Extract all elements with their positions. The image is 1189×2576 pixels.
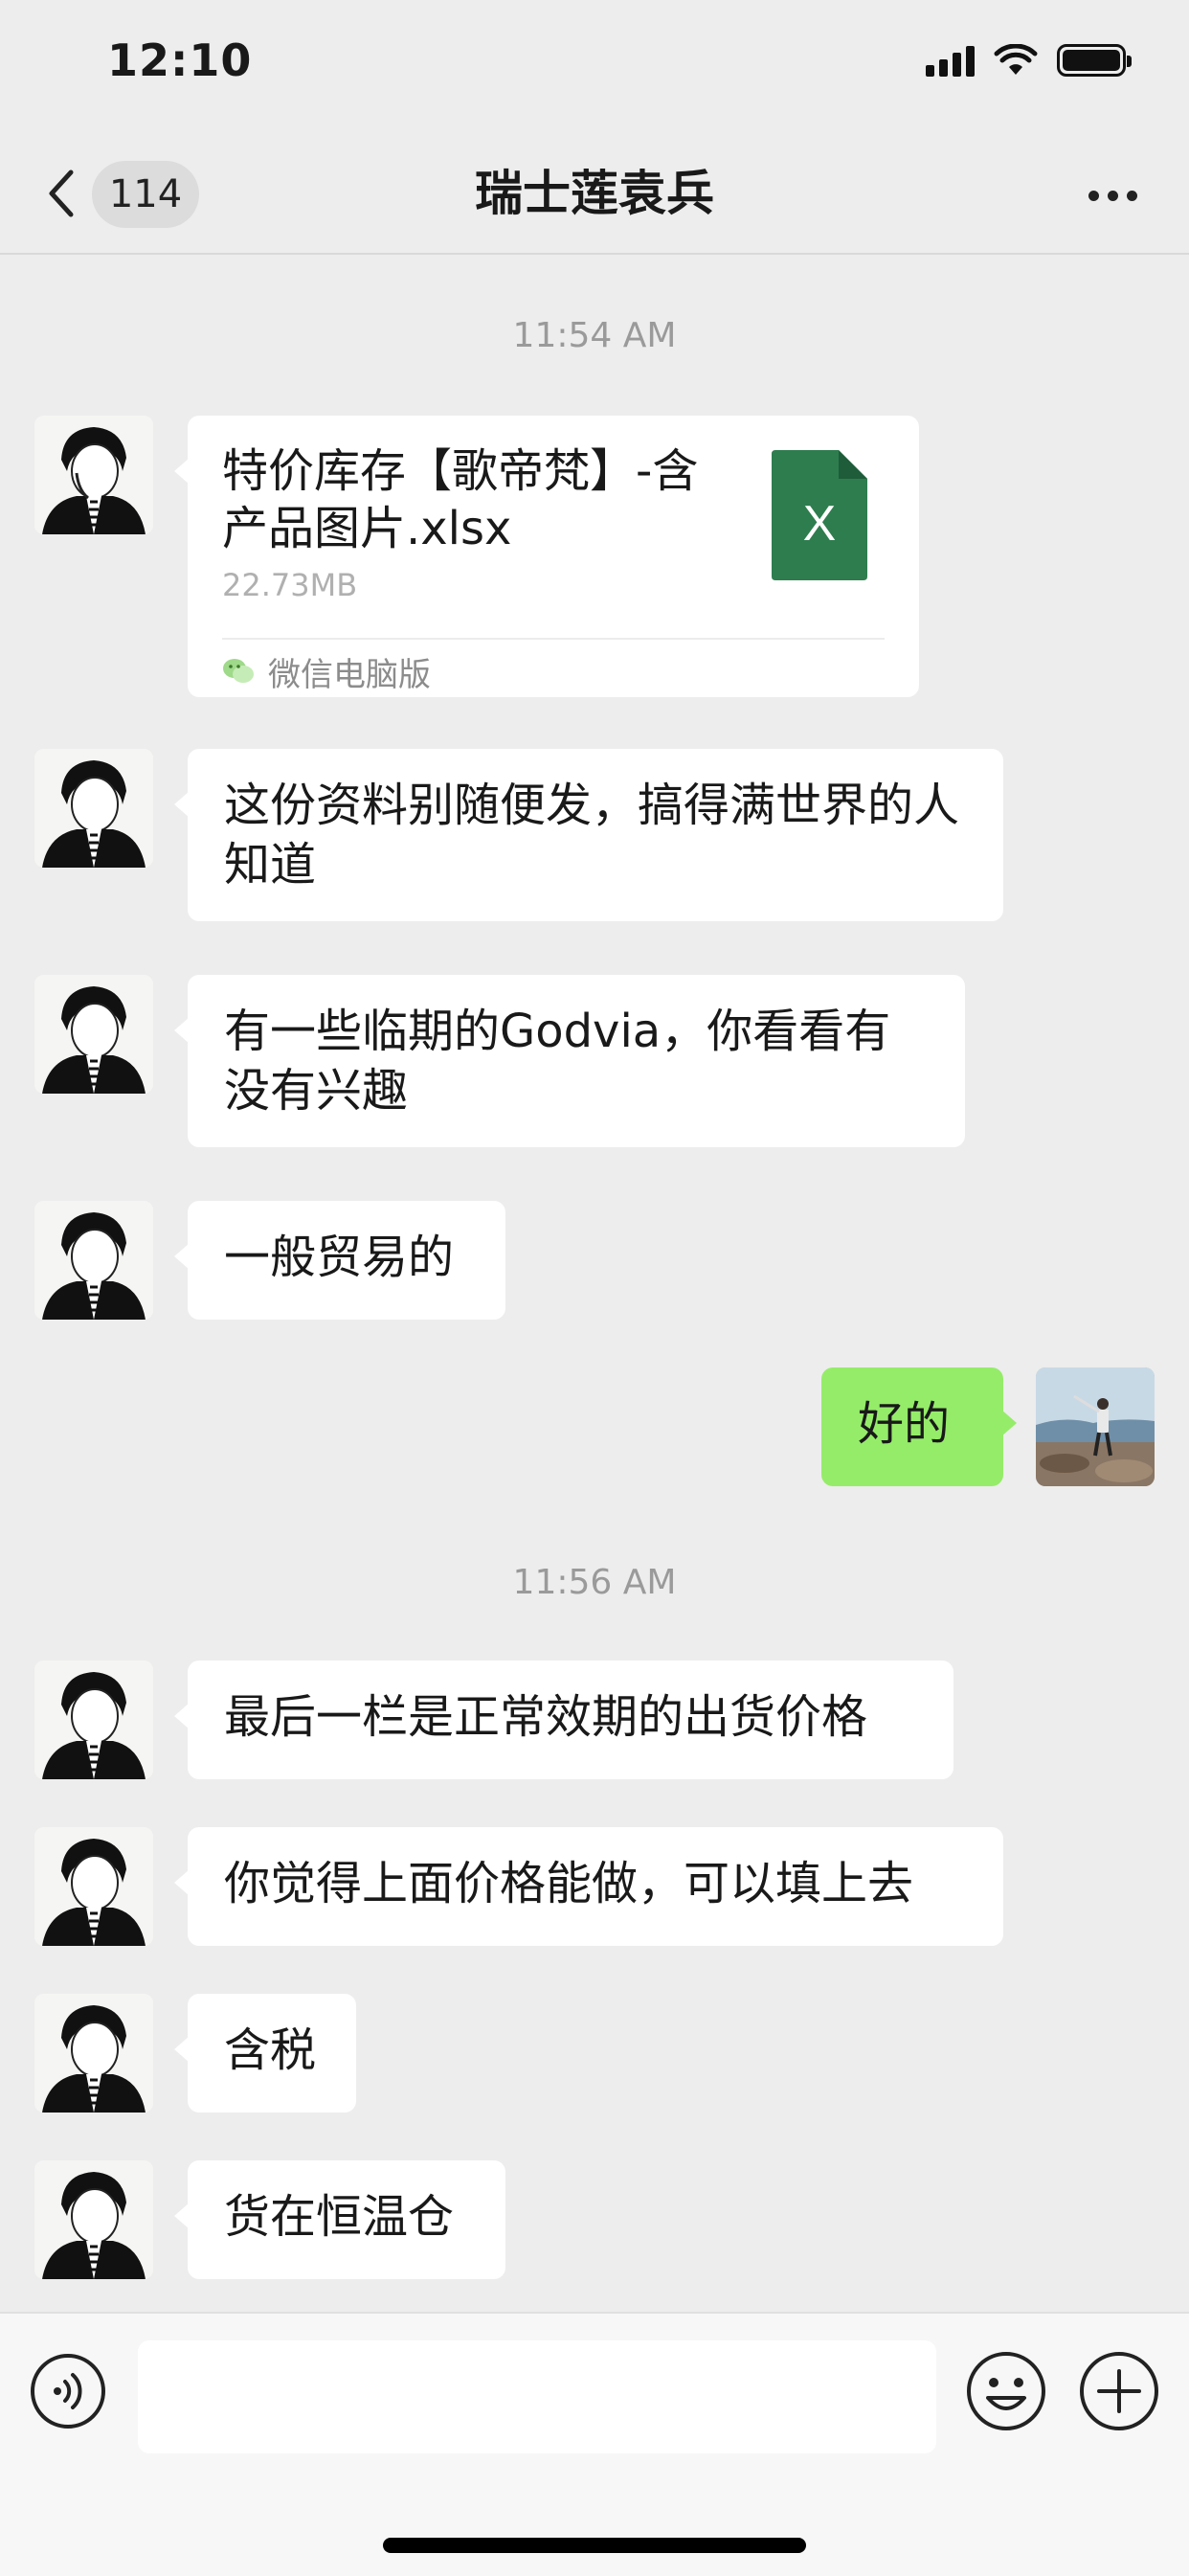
battery-icon	[1057, 44, 1132, 77]
contact-avatar[interactable]	[34, 1201, 153, 1320]
home-indicator	[383, 2538, 806, 2553]
plus-icon[interactable]	[1078, 2350, 1160, 2432]
chat-header: 114 瑞士莲袁兵	[0, 134, 1189, 255]
message-timestamp: 11:54 AM	[512, 316, 677, 355]
chat-bubble[interactable]: 有一些临期的Godvia，你看看有没有兴趣	[174, 975, 965, 1147]
input-bar	[0, 2312, 1189, 2576]
chat-bubble[interactable]: 这份资料别随便发，搞得满世界的人知道	[174, 749, 1003, 921]
excel-file-icon: X	[772, 450, 867, 580]
file-source-label: 微信电脑版	[268, 655, 431, 694]
status-icons	[926, 44, 1132, 77]
svg-text:X: X	[803, 496, 837, 552]
chat-bubble[interactable]: 含税	[174, 1994, 356, 2113]
contact-avatar[interactable]	[34, 2160, 153, 2279]
wifi-icon	[994, 44, 1038, 75]
wechat-icon	[223, 659, 254, 683]
contact-avatar[interactable]	[34, 749, 153, 868]
file-name: 特价库存【歌帝梵】-含产品图片.xlsx	[222, 444, 699, 555]
chat-bubble[interactable]: 一般贸易的	[174, 1201, 505, 1320]
emoji-icon[interactable]	[965, 2350, 1047, 2432]
contact-avatar[interactable]	[34, 416, 153, 534]
contact-avatar[interactable]	[34, 975, 153, 1094]
divider	[222, 638, 885, 640]
voice-icon[interactable]	[29, 2352, 107, 2430]
more-dots-icon[interactable]	[1074, 163, 1151, 228]
my-avatar[interactable]	[1036, 1367, 1155, 1486]
status-time: 12:10	[107, 34, 253, 86]
contact-avatar[interactable]	[34, 1661, 153, 1779]
chat-bubble-sent[interactable]: 好的	[821, 1367, 1017, 1486]
message-input[interactable]	[138, 2340, 936, 2453]
contact-avatar[interactable]	[34, 1994, 153, 2113]
chat-bubble[interactable]: 最后一栏是正常效期的出货价格	[174, 1661, 953, 1779]
message-timestamp: 11:56 AM	[512, 1563, 677, 1602]
contact-avatar[interactable]	[34, 1827, 153, 1946]
chat-bubble[interactable]: 你觉得上面价格能做，可以填上去	[174, 1827, 1003, 1946]
file-source: 微信电脑版	[222, 647, 431, 695]
cellular-signal-icon	[926, 44, 975, 77]
chat-title: 瑞士莲袁兵	[475, 166, 714, 221]
file-size: 22.73MB	[222, 567, 358, 603]
chat-bubble[interactable]: 货在恒温仓	[174, 2160, 505, 2279]
status-bar: 12:10	[0, 0, 1189, 134]
file-message-card[interactable]: 特价库存【歌帝梵】-含产品图片.xlsx 22.73MB X 微信电脑版	[174, 416, 919, 697]
